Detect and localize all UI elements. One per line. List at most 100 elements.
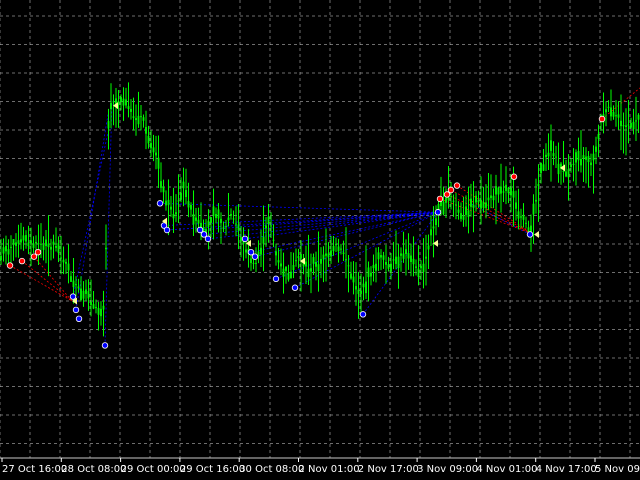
price-bar-body (295, 260, 297, 262)
price-bar-body (282, 268, 285, 277)
price-bar-body (167, 199, 170, 206)
price-bar-body (280, 263, 282, 267)
price-bar-body (332, 245, 335, 252)
price-bar-body (357, 289, 360, 294)
price-bar-body (547, 152, 550, 157)
price-bar-body (67, 263, 70, 271)
sell-marker (30, 253, 38, 260)
price-bar-body (505, 184, 507, 191)
price-bar-body (592, 153, 595, 161)
price-bar-body (445, 198, 447, 203)
price-bar-body (522, 214, 525, 220)
price-bar-body (390, 263, 392, 272)
price-bar-body (435, 218, 437, 225)
price-bar-body (260, 247, 262, 255)
price-bar-body (160, 181, 162, 188)
price-bar-body (385, 261, 387, 265)
price-bar-body (455, 204, 457, 206)
buy-marker (241, 235, 249, 243)
price-bar-body (315, 261, 317, 267)
price-bar-body (415, 266, 417, 268)
price-bar-body (77, 286, 80, 289)
buy-marker (434, 209, 442, 216)
price-bar-body (62, 259, 65, 263)
price-bar-body (182, 181, 185, 189)
price-bar-body (412, 258, 415, 265)
price-bar-body (532, 203, 535, 215)
x-tick-label: 29 Oct 00:00 (121, 464, 186, 475)
price-bar-body (432, 226, 435, 229)
price-bar-body (422, 263, 425, 273)
price-bar-body (22, 235, 25, 241)
price-bar-body (207, 220, 210, 227)
price-bar-body (232, 218, 235, 220)
price-bar-body (540, 162, 542, 174)
price-bar-body (37, 243, 40, 245)
price-bar-body (407, 253, 410, 259)
price-bar-body (47, 243, 50, 248)
price-bar-body (477, 200, 480, 203)
price-bar-body (5, 245, 7, 252)
price-bar-body (395, 256, 397, 264)
price-bar-body (462, 215, 465, 220)
price-bar-body (65, 261, 67, 264)
price-bar-body (352, 276, 355, 283)
price-bar-body (467, 210, 470, 218)
price-bar-body (90, 301, 92, 305)
price-bar-body (397, 256, 400, 268)
close-arrow (534, 230, 539, 238)
buy-marker (200, 231, 208, 238)
price-bar-body (572, 163, 575, 165)
price-bar-body (565, 171, 567, 177)
price-bar-body (427, 245, 430, 250)
price-bar-body (7, 249, 10, 255)
price-bar-body (27, 242, 30, 247)
price-bar-body (192, 214, 195, 225)
price-bar-body (230, 214, 232, 216)
sell-trade-line (439, 198, 535, 235)
price-bar-body (70, 276, 72, 282)
price-bar-body (305, 261, 307, 267)
price-bar-body (350, 273, 352, 279)
price-bar-body (300, 254, 302, 259)
price-bar-body (285, 266, 287, 271)
price-bar-body (387, 264, 390, 269)
price-bar-body (622, 125, 625, 127)
price-bar-body (537, 183, 540, 187)
price-bar-body (452, 200, 455, 202)
price-bar-body (550, 140, 552, 151)
price-bar-body (615, 115, 617, 117)
price-bar-body (262, 236, 265, 244)
price-bar-body (0, 255, 2, 261)
price-bar-body (347, 265, 350, 267)
price-bar-body (417, 268, 420, 277)
price-bar-body (527, 227, 530, 232)
price-bar-body (570, 164, 572, 167)
price-bar-body (340, 248, 342, 250)
price-bar-body (635, 120, 637, 122)
price-bar-body (367, 267, 370, 278)
price-bar-body (110, 102, 112, 110)
price-bar-body (502, 191, 505, 193)
price-bar-body (617, 114, 620, 118)
price-bar-body (185, 190, 187, 198)
price-bar-body (430, 229, 432, 236)
trade-markers (6, 102, 606, 349)
price-bar-body (97, 308, 100, 315)
price-bar-body (277, 260, 280, 263)
price-bar-body (470, 198, 472, 207)
price-bar-body (127, 106, 130, 110)
price-bar-body (542, 164, 545, 171)
price-bar-body (52, 241, 55, 245)
price-bar-body (492, 195, 495, 201)
price-bar-body (365, 281, 367, 294)
price-bar-body (255, 262, 257, 264)
buy-marker (247, 248, 255, 256)
price-bar-body (400, 253, 402, 256)
chart-canvas: 27 Oct 16:0028 Oct 08:0029 Oct 00:0029 O… (0, 0, 640, 475)
price-bar-body (265, 225, 267, 229)
price-bar-body (25, 235, 27, 242)
price-bar-body (380, 255, 382, 258)
price-bar-body (375, 263, 377, 271)
price-bar-body (337, 246, 340, 252)
